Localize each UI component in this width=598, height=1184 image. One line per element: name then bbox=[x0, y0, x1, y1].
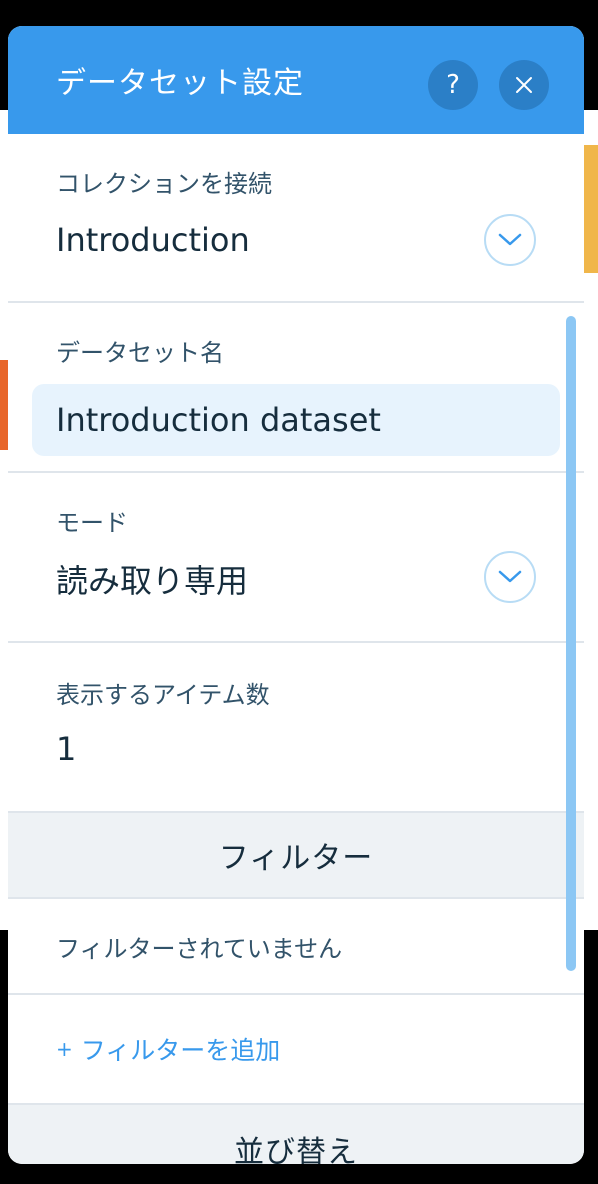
collection-section: コレクションを接続 Introduction bbox=[8, 134, 584, 303]
dataset-name-label: データセット名 bbox=[56, 339, 224, 367]
add-filter-link[interactable]: + フィルターを追加 bbox=[8, 995, 584, 1105]
collection-label: コレクションを接続 bbox=[56, 170, 272, 198]
help-button[interactable]: ? bbox=[428, 60, 478, 110]
mode-section: モード 読み取り専用 bbox=[8, 473, 584, 643]
mode-dropdown-button[interactable] bbox=[484, 551, 536, 603]
mode-label: モード bbox=[56, 509, 128, 537]
panel-scrollbar[interactable] bbox=[566, 316, 576, 971]
dataset-name-input[interactable]: Introduction dataset bbox=[32, 384, 560, 456]
items-count-label: 表示するアイテム数 bbox=[56, 681, 270, 709]
filter-heading: フィルター bbox=[8, 813, 584, 899]
collection-dropdown-button[interactable] bbox=[484, 214, 536, 266]
plus-icon: + bbox=[56, 1037, 73, 1061]
collection-select-value[interactable]: Introduction bbox=[56, 221, 536, 259]
sort-heading: 並び替え bbox=[8, 1105, 584, 1164]
close-icon bbox=[516, 77, 532, 93]
chevron-down-icon bbox=[498, 570, 522, 583]
dataset-name-section: データセット名 Introduction dataset bbox=[8, 303, 584, 473]
dataset-settings-panel: データセット設定 ? コレクションを接続 Introduction データセット… bbox=[8, 26, 584, 1164]
items-count-section: 表示するアイテム数 1 bbox=[8, 643, 584, 813]
chevron-down-icon bbox=[498, 233, 522, 246]
panel-header: データセット設定 ? bbox=[8, 26, 584, 134]
mode-select-value[interactable]: 読み取り専用 bbox=[56, 556, 536, 602]
question-icon: ? bbox=[446, 70, 460, 100]
panel-title: データセット設定 bbox=[56, 66, 304, 101]
add-filter-label: フィルターを追加 bbox=[80, 1036, 281, 1065]
close-button[interactable] bbox=[499, 60, 549, 110]
items-count-input[interactable]: 1 bbox=[56, 730, 536, 768]
no-filter-text: フィルターされていません bbox=[8, 899, 584, 995]
